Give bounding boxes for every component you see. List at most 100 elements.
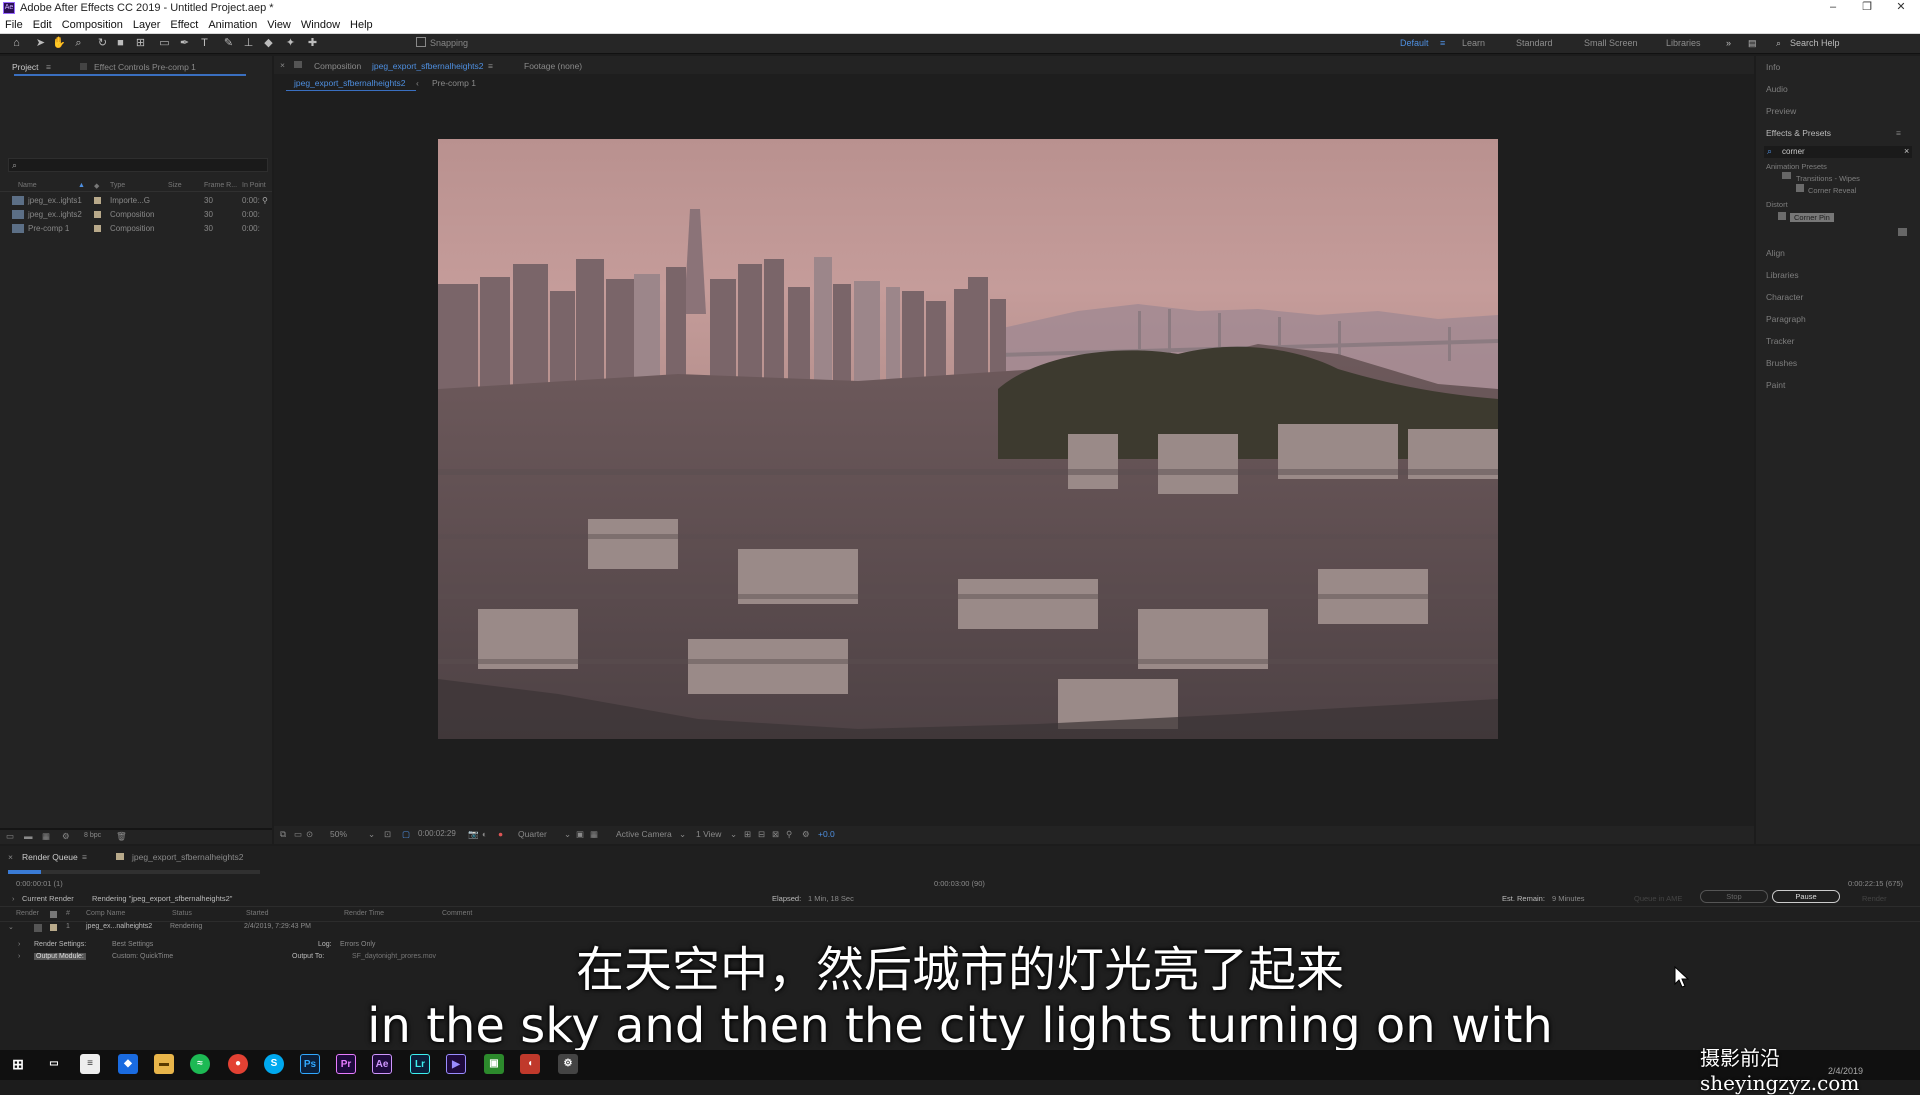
menu-window[interactable]: Window — [296, 19, 345, 31]
tree-transitions-wipes[interactable]: Transitions - Wipes — [1796, 174, 1860, 183]
roto-brush-tool-icon[interactable]: ✦ — [284, 37, 297, 50]
column-number[interactable]: # — [66, 910, 70, 917]
tree-distort[interactable]: Distort — [1766, 200, 1788, 209]
composition-tab-name[interactable]: jpeg_export_sfbernalheights2 — [372, 61, 484, 71]
task-view-icon[interactable]: ▭ — [44, 1054, 64, 1074]
flowchart-icon[interactable]: ⚲ — [262, 196, 268, 205]
panel-close-icon[interactable]: × — [8, 852, 13, 862]
project-settings-icon[interactable]: ⚙ — [62, 831, 70, 842]
character-panel-tab[interactable]: Character — [1766, 292, 1803, 302]
project-item[interactable]: jpeg_ex..ights1 Importe...G 30 0:00: ⚲ — [0, 194, 272, 208]
column-name[interactable]: Name — [18, 182, 37, 189]
camera-tool-icon[interactable]: ■ — [114, 37, 127, 50]
current-render-expand-icon[interactable]: › — [12, 894, 15, 903]
snapping-checkbox[interactable] — [416, 37, 426, 47]
pause-button[interactable]: Pause — [1772, 890, 1840, 903]
selection-tool-icon[interactable]: ➤ — [34, 37, 47, 50]
tree-animation-presets[interactable]: Animation Presets — [1766, 162, 1827, 171]
menu-layer[interactable]: Layer — [128, 19, 166, 31]
project-tab-menu-icon[interactable]: ≡ — [46, 62, 51, 72]
photoshop-icon[interactable]: Ps — [300, 1054, 320, 1074]
render-queue-tab[interactable]: Render Queue — [22, 852, 78, 862]
fast-previews-icon[interactable]: ⊟ — [758, 829, 765, 840]
lightroom-icon[interactable]: Lr — [410, 1054, 430, 1074]
tree-corner-reveal[interactable]: Corner Reveal — [1808, 186, 1856, 195]
home-icon[interactable]: ⌂ — [10, 37, 23, 50]
color-channel-icon[interactable]: ● — [498, 829, 503, 839]
menu-composition[interactable]: Composition — [57, 19, 128, 31]
workspace-small-screen[interactable]: Small Screen — [1584, 38, 1638, 48]
view-layout-dropdown[interactable]: 1 View — [696, 829, 721, 839]
dropbox-icon[interactable]: ◆ — [118, 1054, 138, 1074]
panel-close-icon[interactable]: × — [280, 60, 285, 70]
lock-icon[interactable] — [294, 61, 302, 68]
new-folder-icon[interactable] — [1898, 228, 1907, 236]
project-search-input[interactable]: ⌕ — [8, 158, 268, 172]
pen-tool-icon[interactable]: ✒ — [178, 37, 191, 50]
workspace-standard[interactable]: Standard — [1516, 38, 1553, 48]
hand-tool-icon[interactable]: ✋ — [52, 37, 66, 50]
always-preview-icon[interactable]: ⧉ — [280, 829, 286, 840]
column-render-time[interactable]: Render Time — [344, 910, 384, 917]
libraries-panel-tab[interactable]: Libraries — [1766, 270, 1799, 280]
column-render[interactable]: Render — [16, 910, 39, 917]
region-of-interest-icon[interactable]: ▣ — [576, 829, 584, 840]
fit-icon[interactable]: ⊡ — [384, 829, 391, 840]
resolution-dropdown[interactable]: Quarter — [518, 829, 547, 839]
puppet-tool-icon[interactable]: ✚ — [306, 37, 319, 50]
render-button[interactable]: Render — [1862, 894, 1887, 903]
zoom-tool-icon[interactable]: ⌕ — [72, 37, 85, 50]
vr-icon[interactable]: ⊙ — [306, 829, 313, 840]
project-item[interactable]: Pre-comp 1 Composition 30 0:00: — [0, 222, 272, 236]
toggle-pixel-aspect-icon[interactable]: ⊞ — [744, 829, 751, 840]
rotation-tool-icon[interactable]: ↻ — [96, 37, 109, 50]
clone-stamp-tool-icon[interactable]: ⊥ — [242, 37, 255, 50]
windows-start-icon[interactable]: ⊞ — [8, 1054, 28, 1074]
menu-help[interactable]: Help — [345, 19, 378, 31]
current-time-display[interactable]: 0:00:02:29 — [418, 829, 456, 838]
composition-viewer-image[interactable] — [438, 139, 1498, 739]
app-red-icon[interactable]: ◖ — [520, 1054, 540, 1074]
column-status[interactable]: Status — [172, 910, 192, 917]
preview-panel-tab[interactable]: Preview — [1766, 106, 1796, 116]
effect-controls-tab[interactable]: Effect Controls Pre-comp 1 — [94, 62, 196, 72]
new-composition-icon[interactable]: ▦ — [42, 831, 50, 842]
notepad-icon[interactable]: ≡ — [80, 1054, 100, 1074]
snapshot-icon[interactable]: 📷 — [468, 829, 479, 840]
minimize-button[interactable]: – — [1816, 0, 1850, 16]
more-workspaces-icon[interactable]: » — [1726, 38, 1731, 48]
clear-search-icon[interactable]: × — [1904, 146, 1909, 156]
transparency-grid-icon[interactable]: ▦ — [590, 829, 598, 840]
file-explorer-icon[interactable]: ▬ — [154, 1054, 174, 1074]
close-button[interactable]: ✕ — [1884, 0, 1918, 16]
paint-panel-tab[interactable]: Paint — [1766, 380, 1785, 390]
project-tab[interactable]: Project — [12, 62, 38, 72]
column-frame-rate[interactable]: Frame R... — [204, 182, 237, 189]
premiere-icon[interactable]: Pr — [336, 1054, 356, 1074]
column-in-point[interactable]: In Point — [242, 182, 266, 189]
stop-button[interactable]: Stop — [1700, 890, 1768, 903]
project-item[interactable]: jpeg_ex..ights2 Composition 30 0:00: — [0, 208, 272, 222]
comp-nav-tab[interactable]: jpeg_export_sfbernalheights2 — [286, 76, 416, 90]
bit-depth-button[interactable]: 8 bpc — [84, 832, 101, 839]
chrome-icon[interactable]: ● — [228, 1054, 248, 1074]
column-started[interactable]: Started — [246, 910, 269, 917]
tree-corner-pin-selected[interactable]: Corner Pin — [1790, 213, 1834, 222]
menu-view[interactable]: View — [262, 19, 296, 31]
menu-edit[interactable]: Edit — [28, 19, 57, 31]
skype-icon[interactable]: S — [264, 1054, 284, 1074]
render-queue-menu-icon[interactable]: ≡ — [82, 852, 87, 862]
workspace-default[interactable]: Default — [1400, 38, 1429, 48]
composition-timeline-tab[interactable]: jpeg_export_sfbernalheights2 — [132, 852, 244, 862]
interpret-footage-icon[interactable]: ▭ — [6, 831, 14, 842]
menu-effect[interactable]: Effect — [165, 19, 203, 31]
type-tool-icon[interactable]: T — [198, 37, 211, 50]
rectangle-tool-icon[interactable]: ▭ — [158, 37, 171, 50]
tracker-panel-tab[interactable]: Tracker — [1766, 336, 1795, 346]
footage-tab[interactable]: Footage (none) — [524, 61, 582, 71]
timeline-icon[interactable]: ⊠ — [772, 829, 779, 840]
menu-animation[interactable]: Animation — [203, 19, 262, 31]
menu-file[interactable]: File — [0, 19, 28, 31]
workspace-menu-icon[interactable]: ≡ — [1440, 38, 1445, 48]
new-folder-icon[interactable]: ▬ — [24, 831, 33, 841]
